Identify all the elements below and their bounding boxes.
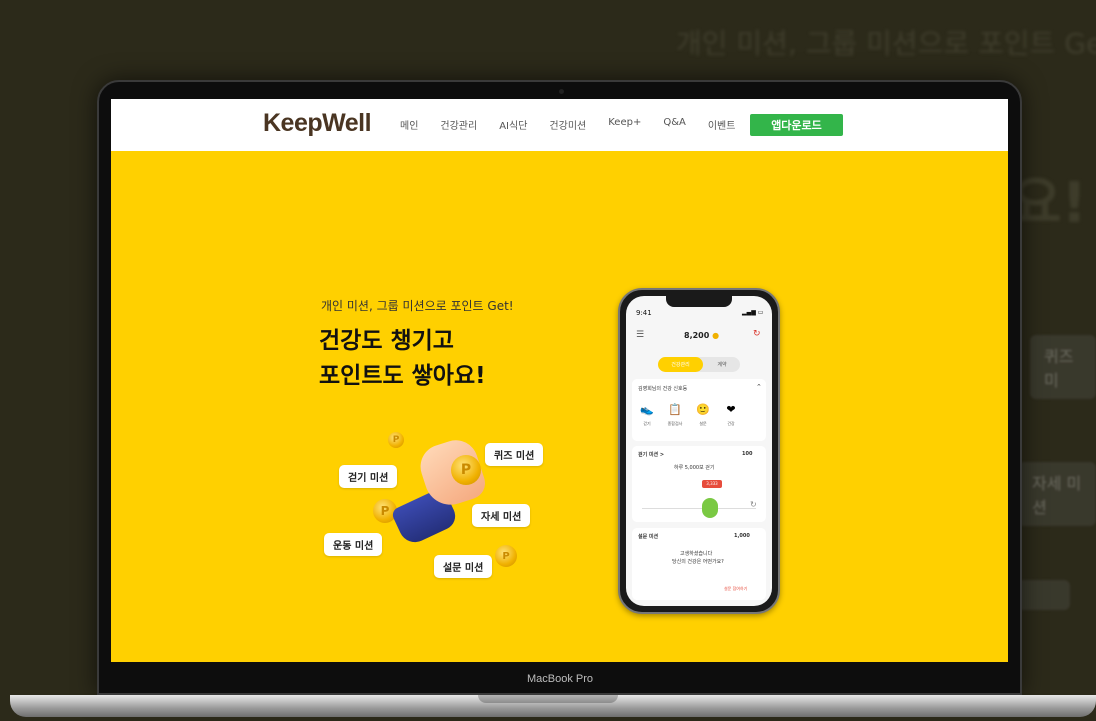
mission-tag-walk: 걷기 미션 xyxy=(339,465,398,488)
mascot-icon xyxy=(702,498,718,518)
survey-mission-card[interactable]: 설문 미션 1,000 고생하셨습니다 당신의 건강은 어떤가요? 설문 참여하… xyxy=(632,528,766,600)
mission-tag-exercise: 운동 미션 xyxy=(324,533,383,556)
nav-item-event[interactable]: 이벤트 xyxy=(708,117,736,132)
nav-item-keep-plus[interactable]: Keep+ xyxy=(608,117,641,132)
nav-item-ai-diet[interactable]: AI식단 xyxy=(499,117,527,132)
health-signal-title: 김영희님의 건강 신호등 xyxy=(638,386,688,392)
nav-item-health[interactable]: 건강관리 xyxy=(440,117,477,132)
survey-join-button[interactable]: 설문 참여하기 xyxy=(724,586,747,592)
phone-tab-inactive[interactable]: 계약 xyxy=(706,357,738,372)
phone-mockup: 9:41 ▂▄▆ ▭ ☰ 8,200 ● ↻ 건강관리 계약 김영희님의 건강 … xyxy=(618,288,780,614)
face-icon[interactable]: 🙂 설문 xyxy=(694,403,712,431)
health-icon-label-walk: 걷기 xyxy=(643,421,651,426)
survey-text1: 고생하셨습니다 xyxy=(680,551,713,557)
hero-title-line1: 건강도 챙기고 xyxy=(319,328,454,354)
background-headline: 개인 미션, 그룹 미션으로 포인트 Ge xyxy=(676,27,1096,60)
health-icon-row: 👟 걷기 📋 종합검사 🙂 설문 ❤ 건강 xyxy=(638,403,740,431)
survey-mission-points: 1,000 xyxy=(734,533,750,539)
mission-tag-posture: 자세 미션 xyxy=(472,504,531,527)
hero-title-line2: 포인트도 쌓아요! xyxy=(319,363,486,389)
walk-mission-points: 100 xyxy=(742,451,753,457)
phone-points-value: 8,200 xyxy=(684,331,710,340)
signal-battery-icon: ▂▄▆ ▭ xyxy=(742,309,764,316)
health-icon-label-health: 건강 xyxy=(727,421,735,426)
walk-progress-line xyxy=(642,508,756,509)
site-navbar: KeepWell 메인 건강관리 AI식단 건강미션 Keep+ Q&A 이벤트… xyxy=(111,99,1008,151)
nav-item-main[interactable]: 메인 xyxy=(400,117,418,132)
phone-screen: 9:41 ▂▄▆ ▭ ☰ 8,200 ● ↻ 건강관리 계약 김영희님의 건강 … xyxy=(626,296,772,606)
nav-item-missions[interactable]: 건강미션 xyxy=(549,117,586,132)
phone-points: 8,200 ● xyxy=(684,331,719,340)
background-pill-posture: 자세 미션 xyxy=(1018,462,1096,526)
phone-time: 9:41 xyxy=(636,309,652,317)
camera-dot xyxy=(559,89,564,94)
heart-icon[interactable]: ❤ 건강 xyxy=(722,403,740,431)
phone-tab-active[interactable]: 건강관리 xyxy=(658,357,703,372)
background-pill-quiz: 퀴즈 미 xyxy=(1030,335,1096,399)
refresh-icon[interactable]: ↻ xyxy=(753,329,761,339)
hero-title: 건강도 챙기고 포인트도 쌓아요! xyxy=(319,324,486,394)
survey-text2: 당신의 건강은 어떤가요? xyxy=(672,559,724,565)
hero-subtitle: 개인 미션, 그룹 미션으로 포인트 Get! xyxy=(321,299,514,313)
laptop-base-notch xyxy=(478,695,618,703)
nav-menu: 메인 건강관리 AI식단 건강미션 Keep+ Q&A 이벤트 xyxy=(400,117,757,132)
walk-mission-card[interactable]: 걷기 미션 > 100 하루 5,000보 걷기 3,333 ↻ xyxy=(632,446,766,522)
reload-icon[interactable]: ↻ xyxy=(750,500,757,509)
survey-mission-label: 설문 미션 xyxy=(638,534,659,540)
app-download-button[interactable]: 앱다운로드 xyxy=(750,114,843,136)
phone-notch xyxy=(666,296,732,307)
chevron-up-icon[interactable]: ⌃ xyxy=(756,383,762,391)
walk-mission-label: 걷기 미션 > xyxy=(638,452,665,458)
coin-icon: P xyxy=(495,545,517,567)
health-icon-label-checkup: 종합검사 xyxy=(667,421,683,426)
coin-icon: ● xyxy=(712,331,720,340)
phone-tabs: 건강관리 계약 xyxy=(658,357,740,372)
walk-current-badge: 3,333 xyxy=(702,480,722,488)
mission-tag-survey: 설문 미션 xyxy=(434,555,493,578)
site-logo[interactable]: KeepWell xyxy=(263,109,372,138)
hamburger-menu-icon[interactable]: ☰ xyxy=(636,330,644,340)
nav-item-qna[interactable]: Q&A xyxy=(663,117,686,132)
laptop-model-label: MacBook Pro xyxy=(526,673,594,685)
clipboard-icon[interactable]: 📋 종합검사 xyxy=(666,403,684,431)
health-signal-card: 김영희님의 건강 신호등 ⌃ 👟 걷기 📋 종합검사 🙂 설문 ❤ 건강 xyxy=(632,379,766,441)
shoe-icon[interactable]: 👟 걷기 xyxy=(638,403,656,431)
coin-icon: P xyxy=(388,432,404,448)
walk-goal: 하루 5,000보 걷기 xyxy=(674,465,715,471)
health-icon-label-survey: 설문 xyxy=(699,421,707,426)
mission-tag-quiz: 퀴즈 미션 xyxy=(485,443,544,466)
coin-icon: P xyxy=(451,455,481,485)
laptop-screen: KeepWell 메인 건강관리 AI식단 건강미션 Keep+ Q&A 이벤트… xyxy=(111,99,1008,662)
